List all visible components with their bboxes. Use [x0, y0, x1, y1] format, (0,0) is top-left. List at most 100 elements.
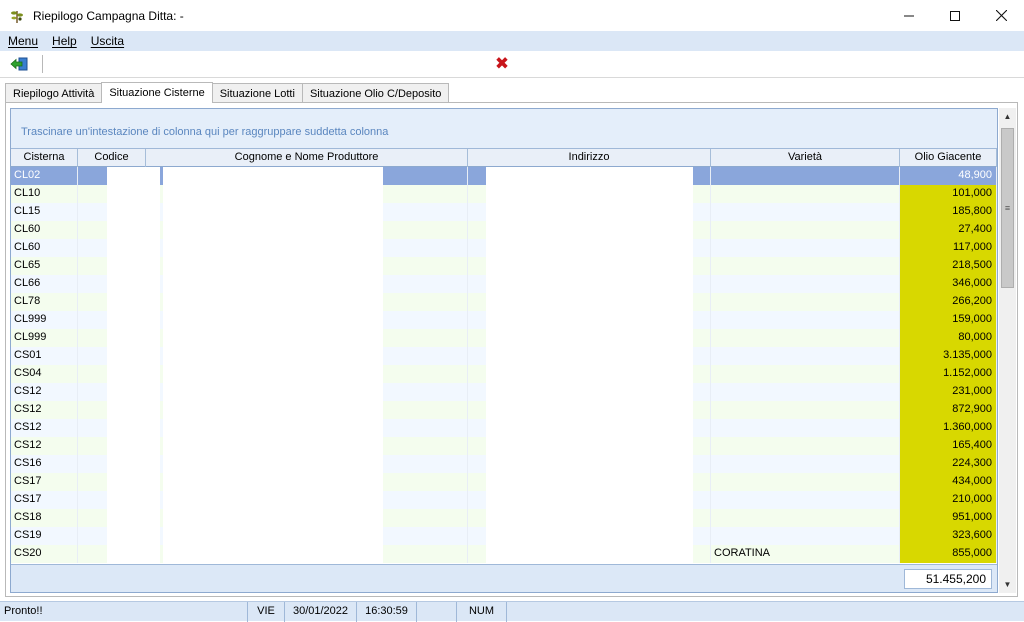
status-message: Pronto!!: [0, 602, 248, 622]
status-empty: [417, 602, 457, 622]
minimize-button[interactable]: [886, 0, 932, 31]
cell-olio-giacente: 210,000: [900, 491, 997, 509]
cell-olio-giacente: 3.135,000: [900, 347, 997, 365]
status-date: 30/01/2022: [285, 602, 357, 622]
cell-cisterna: CS16: [11, 455, 78, 473]
cell-cisterna: CS04: [11, 365, 78, 383]
cell-olio-giacente: 855,000: [900, 545, 997, 563]
cell-olio-giacente: 231,000: [900, 383, 997, 401]
cell-cisterna: CL02: [11, 167, 78, 185]
cell-varieta: [711, 473, 900, 491]
redacted-region: [107, 167, 160, 563]
column-header-cisterna[interactable]: Cisterna: [11, 149, 78, 167]
maximize-button[interactable]: [932, 0, 978, 31]
cell-varieta: [711, 401, 900, 419]
cell-varieta: CORATINA: [711, 545, 900, 563]
tab-situazione-lotti[interactable]: Situazione Lotti: [211, 83, 303, 103]
tab-situazione-olio-deposito[interactable]: Situazione Olio C/Deposito: [301, 83, 450, 103]
group-by-panel[interactable]: Trascinare un'intestazione di colonna qu…: [11, 109, 997, 149]
cell-olio-giacente: 185,800: [900, 203, 997, 221]
status-bar: Pronto!! VIE 30/01/2022 16:30:59 NUM: [0, 601, 1024, 622]
cell-varieta: [711, 365, 900, 383]
maximize-icon: [950, 10, 960, 21]
cell-cisterna: CL78: [11, 293, 78, 311]
cell-cisterna: CL65: [11, 257, 78, 275]
title-bar: Riepilogo Campagna Ditta: -: [0, 0, 1024, 31]
cell-olio-giacente: 323,600: [900, 527, 997, 545]
cell-cisterna: CL999: [11, 329, 78, 347]
toolbar: ✖: [0, 51, 1024, 78]
cell-varieta: [711, 185, 900, 203]
scroll-down-icon[interactable]: ▼: [999, 576, 1016, 593]
cell-olio-giacente: 159,000: [900, 311, 997, 329]
menu-item-uscita[interactable]: Uscita: [91, 34, 124, 48]
status-day: VIE: [248, 602, 285, 622]
cell-varieta: [711, 275, 900, 293]
cell-varieta: [711, 347, 900, 365]
tab-panel: Trascinare un'intestazione di colonna qu…: [5, 102, 1018, 597]
group-hint: Trascinare un'intestazione di colonna qu…: [21, 126, 389, 138]
cell-cisterna: CS12: [11, 401, 78, 419]
total-olio-giacente: 51.455,200: [904, 569, 992, 589]
cell-cisterna: CS18: [11, 509, 78, 527]
cell-varieta: [711, 419, 900, 437]
grid-header: Cisterna Codice Cognome e Nome Produttor…: [11, 149, 997, 167]
cell-cisterna: CL66: [11, 275, 78, 293]
cell-varieta: [711, 257, 900, 275]
toolbar-separator: [42, 55, 43, 73]
cell-varieta: [711, 455, 900, 473]
cell-olio-giacente: 872,900: [900, 401, 997, 419]
minimize-icon: [904, 15, 914, 16]
red-x-icon[interactable]: ✖: [493, 54, 511, 73]
cell-olio-giacente: 48,900: [900, 167, 997, 185]
cell-cisterna: CL999: [11, 311, 78, 329]
scroll-up-icon[interactable]: ▲: [999, 108, 1016, 125]
cell-olio-giacente: 951,000: [900, 509, 997, 527]
cell-cisterna: CS12: [11, 419, 78, 437]
cell-olio-giacente: 224,300: [900, 455, 997, 473]
cell-olio-giacente: 346,000: [900, 275, 997, 293]
cell-cisterna: CS12: [11, 383, 78, 401]
cell-varieta: [711, 383, 900, 401]
menu-bar: Menu Help Uscita: [0, 31, 1024, 51]
grid-body: CL02 48,900 CL10 101,000 CL15 185,800 CL60 27,4…: [11, 167, 997, 564]
tab-riepilogo-attivita[interactable]: Riepilogo Attività: [5, 83, 103, 103]
cell-olio-giacente: 27,400: [900, 221, 997, 239]
tab-strip: Riepilogo Attività Situazione Cisterne S…: [5, 82, 450, 103]
column-header-produttore[interactable]: Cognome e Nome Produttore: [146, 149, 468, 167]
cell-cisterna: CS17: [11, 473, 78, 491]
column-header-codice[interactable]: Codice: [78, 149, 146, 167]
column-header-indirizzo[interactable]: Indirizzo: [468, 149, 711, 167]
cell-olio-giacente: 266,200: [900, 293, 997, 311]
cell-varieta: [711, 293, 900, 311]
status-time: 16:30:59: [357, 602, 417, 622]
grid-footer: 51.455,200: [11, 564, 997, 592]
cell-varieta: [711, 239, 900, 257]
menu-item-menu[interactable]: Menu: [8, 34, 38, 48]
cell-cisterna: CL15: [11, 203, 78, 221]
olive-branch-icon: [9, 8, 25, 24]
tab-situazione-cisterne[interactable]: Situazione Cisterne: [101, 82, 213, 103]
cell-varieta: [711, 509, 900, 527]
menu-item-help[interactable]: Help: [52, 34, 77, 48]
exit-arrow-icon[interactable]: [10, 55, 28, 73]
cisterne-grid: Trascinare un'intestazione di colonna qu…: [10, 108, 998, 593]
column-header-varieta[interactable]: Varietà: [711, 149, 900, 167]
close-window-button[interactable]: [978, 0, 1024, 31]
cell-olio-giacente: 1.360,000: [900, 419, 997, 437]
cell-olio-giacente: 434,000: [900, 473, 997, 491]
cell-varieta: [711, 203, 900, 221]
cell-varieta: [711, 527, 900, 545]
column-header-olio-giacente[interactable]: Olio Giacente: [900, 149, 997, 167]
cell-olio-giacente: 101,000: [900, 185, 997, 203]
vertical-scrollbar[interactable]: ▲ ≡ ▼: [999, 108, 1016, 593]
status-num: NUM: [457, 602, 507, 622]
cell-cisterna: CS19: [11, 527, 78, 545]
scrollbar-thumb[interactable]: ≡: [1001, 128, 1014, 288]
cell-cisterna: CS12: [11, 437, 78, 455]
cell-cisterna: CS20: [11, 545, 78, 563]
cell-varieta: [711, 437, 900, 455]
cell-varieta: [711, 221, 900, 239]
close-icon: [995, 10, 1007, 21]
cell-varieta: [711, 167, 900, 185]
